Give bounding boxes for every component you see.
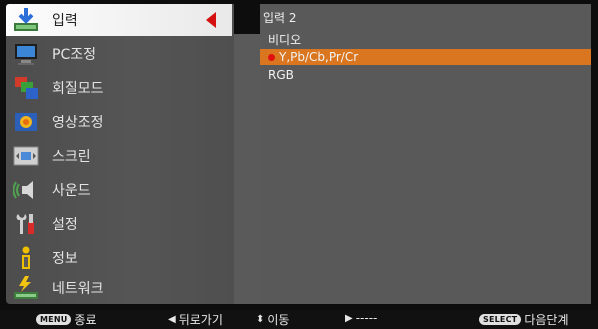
image-adjust-icon — [12, 108, 40, 136]
menu-item-pc-adjust[interactable]: PC조정 — [6, 38, 234, 70]
info-icon — [12, 244, 40, 272]
right-arrow-icon: ▶ — [345, 312, 353, 324]
submenu-item-component[interactable]: Y,Pb/Cb,Pr/Cr — [260, 49, 591, 65]
submenu-item-label: Y,Pb/Cb,Pr/Cr — [279, 50, 359, 64]
main-menu-panel: 입력 PC조정 회질모드 영상조정 스크린 사운드 설정 정보 네트워크 — [6, 4, 234, 304]
submenu-item-label: 비디오 — [268, 32, 302, 47]
left-arrow-icon: ◀ — [168, 314, 176, 325]
active-arrow-icon — [206, 12, 216, 28]
projector-osd-screen: 입력 PC조정 회질모드 영상조정 스크린 사운드 설정 정보 네트워크 입력 … — [0, 0, 598, 329]
submenu-item-video[interactable]: 비디오 — [260, 31, 591, 47]
menu-item-picture-mode[interactable]: 회질모드 — [6, 72, 234, 104]
menu-item-label: 설정 — [52, 217, 78, 233]
menu-item-label: 정보 — [52, 251, 78, 267]
menu-item-network[interactable]: 네트워크 — [6, 272, 234, 304]
menu-item-label: 회질모드 — [52, 81, 104, 97]
menu-item-settings[interactable]: 설정 — [6, 208, 234, 240]
panel-divider — [234, 4, 260, 304]
menu-item-label: 영상조정 — [52, 115, 104, 131]
settings-icon — [12, 210, 40, 238]
menu-item-label: 사운드 — [52, 183, 91, 199]
menu-item-image-adjust[interactable]: 영상조정 — [6, 106, 234, 138]
menu-item-label: 네트워크 — [52, 281, 104, 297]
menu-item-screen[interactable]: 스크린 — [6, 140, 234, 172]
network-icon — [12, 274, 40, 302]
submenu-item-label: RGB — [268, 68, 294, 82]
hint-menu-exit: MENU 종료 — [36, 311, 97, 328]
menu-key-icon: MENU — [36, 314, 72, 325]
hint-label: ----- — [355, 311, 378, 325]
screen-icon — [12, 142, 40, 170]
panel-notch — [234, 4, 260, 34]
hint-next: ▶ ----- — [345, 311, 377, 325]
menu-item-label: PC조정 — [52, 47, 96, 63]
picture-mode-icon — [12, 74, 40, 102]
submenu-item-rgb[interactable]: RGB — [260, 67, 591, 83]
input-icon — [12, 6, 40, 34]
menu-item-info[interactable]: 정보 — [6, 242, 234, 274]
select-key-icon: SELECT — [479, 314, 522, 325]
speaker-icon — [12, 176, 40, 204]
submenu-title: 입력 2 — [263, 11, 297, 25]
hint-label: 이동 — [267, 313, 290, 327]
menu-item-sound[interactable]: 사운드 — [6, 174, 234, 206]
hint-select-next-step: SELECT 다음단계 — [479, 311, 569, 328]
menu-item-input[interactable]: 입력 — [6, 4, 234, 36]
hint-back: ◀ 뒤로가기 — [168, 311, 223, 328]
hint-label: 다음단계 — [524, 313, 569, 327]
hint-label: 종료 — [74, 313, 97, 327]
hint-label: 뒤로가기 — [178, 313, 223, 327]
selected-dot-icon — [268, 53, 275, 61]
menu-item-label: 스크린 — [52, 149, 91, 165]
up-down-arrow-icon: ⬍ — [256, 314, 265, 325]
hint-move: ⬍ 이동 — [256, 311, 289, 328]
monitor-icon — [12, 40, 40, 68]
menu-item-label: 입력 — [52, 13, 78, 29]
